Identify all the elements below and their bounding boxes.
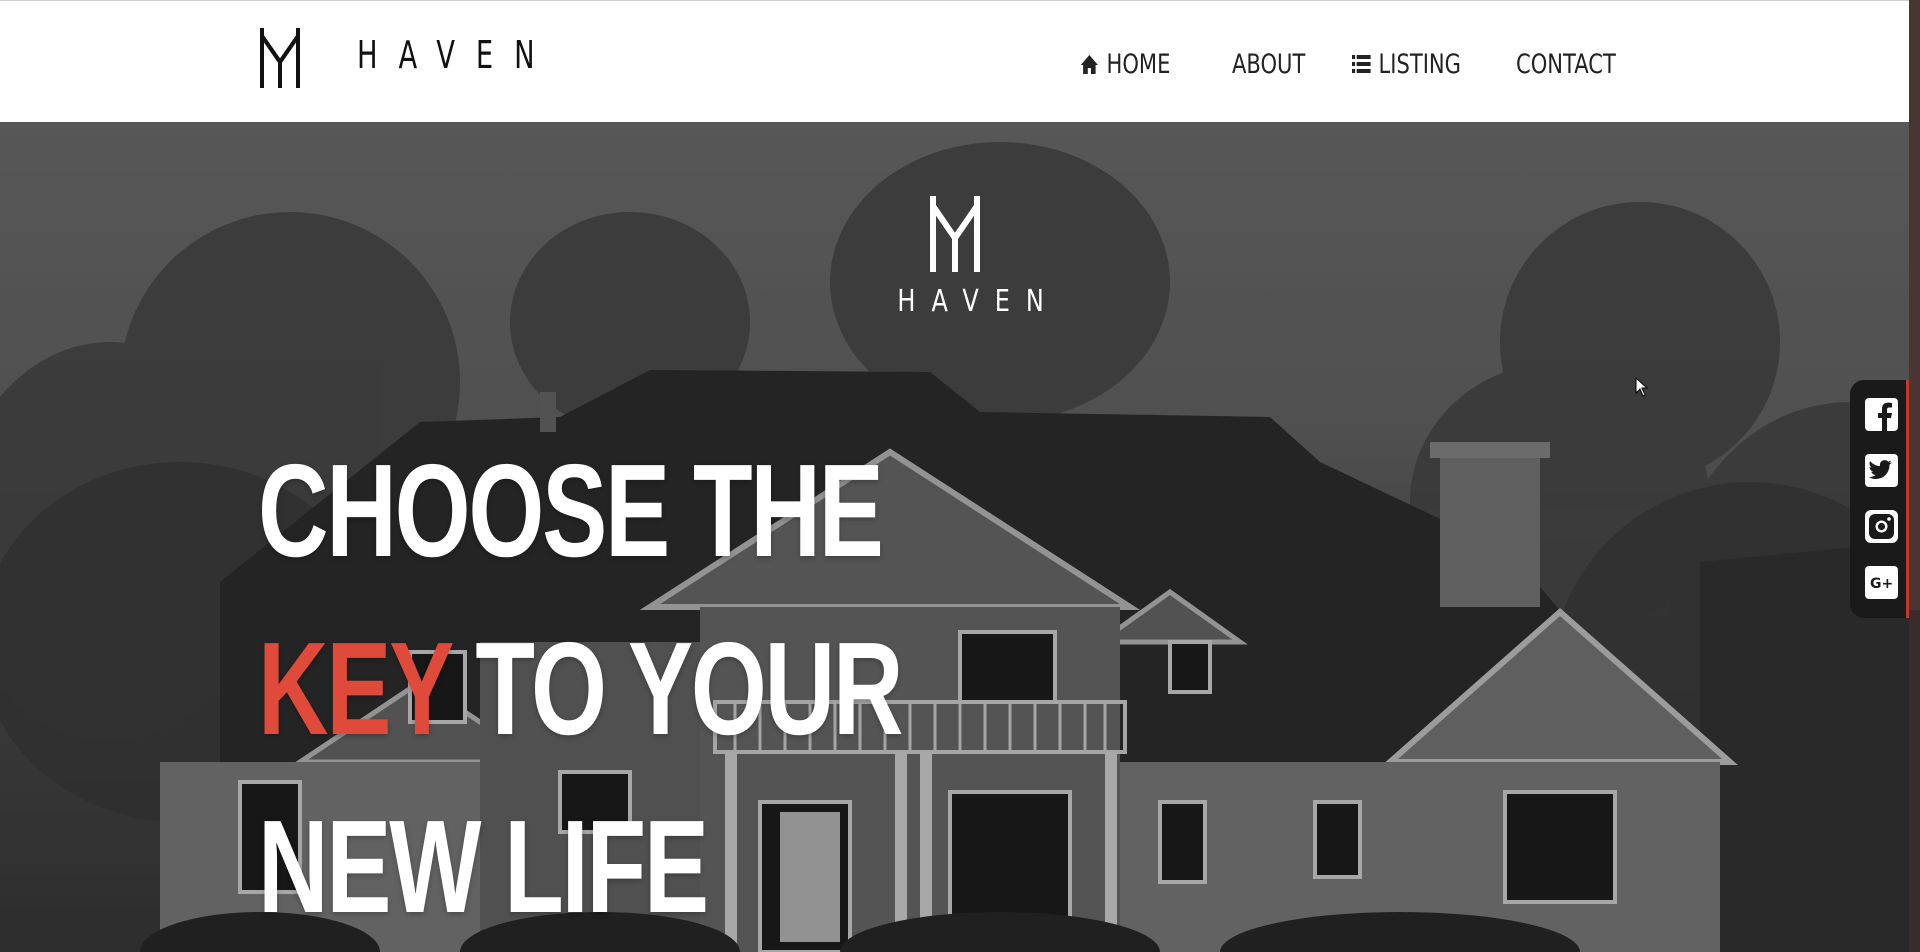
google-plus-icon[interactable]: G+ [1865, 566, 1898, 599]
headline-line-3: NEW LIFE [258, 793, 709, 940]
hero-section: HAVEN CHOOSE THE KEY TO YOUR NEW LIFE [0, 122, 1909, 952]
nav-item-home[interactable]: HOME [1080, 49, 1170, 80]
headline-line-2: KEY TO YOUR [258, 600, 904, 778]
nav-item-about[interactable]: ABOUT [1232, 49, 1305, 80]
hero-logo-text: HAVEN [897, 284, 1060, 319]
nav-item-contact[interactable]: CONTACT [1516, 49, 1616, 80]
facebook-icon[interactable] [1865, 398, 1898, 431]
scrollbar-thumb[interactable] [1909, 0, 1920, 610]
page-scrollbar[interactable] [1909, 0, 1920, 952]
brand-name: HAVEN [357, 33, 556, 77]
svg-text:G+: G+ [1870, 576, 1893, 592]
social-sidebar: G+ [1850, 380, 1909, 618]
nav-item-label: HOME [1106, 48, 1171, 80]
mouse-cursor-icon [1635, 377, 1649, 397]
headline-line-2-rest: TO YOUR [450, 615, 903, 762]
haven-logo-mark-icon [930, 196, 980, 272]
list-icon [1352, 53, 1371, 75]
home-icon [1080, 53, 1099, 75]
hero-headline: CHOOSE THE KEY TO YOUR NEW LIFE [258, 422, 904, 952]
nav-item-label: ABOUT [1232, 48, 1306, 80]
nav-item-label: CONTACT [1516, 48, 1616, 80]
brand-logo[interactable]: HAVEN [259, 28, 633, 88]
site-header: HAVEN HOME ABOUT LISTING CONTACT [0, 0, 1909, 122]
nav-item-listing[interactable]: LISTING [1352, 49, 1461, 80]
twitter-icon[interactable] [1865, 454, 1898, 487]
headline-line-1: CHOOSE THE [258, 437, 884, 584]
nav-item-label: LISTING [1378, 48, 1461, 80]
haven-logo-mark-icon [260, 28, 300, 88]
instagram-icon[interactable] [1865, 510, 1898, 543]
hero-logo: HAVEN [865, 194, 1045, 319]
headline-accent-word: KEY [258, 615, 453, 762]
